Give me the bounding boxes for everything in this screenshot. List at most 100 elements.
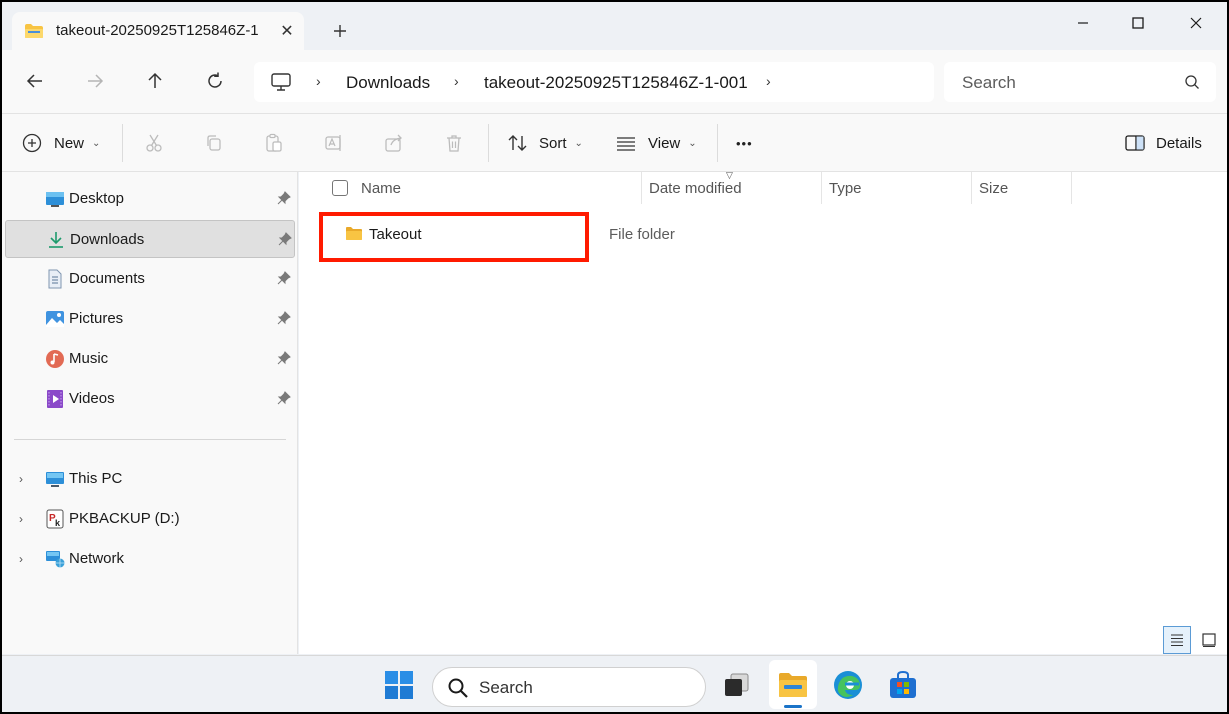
up-button[interactable] <box>140 66 170 96</box>
sidebar-item-documents[interactable]: Documents <box>5 260 295 298</box>
close-tab-icon[interactable]: ✕ <box>276 20 298 42</box>
share-button[interactable] <box>382 131 406 155</box>
sidebar-item-desktop[interactable]: Desktop <box>5 180 295 218</box>
tab-title: takeout-20250925T125846Z-1 <box>56 22 259 39</box>
paste-button[interactable] <box>262 131 286 155</box>
refresh-button[interactable] <box>200 66 230 96</box>
close-window-button[interactable] <box>1173 8 1219 38</box>
copy-button[interactable] <box>202 131 226 155</box>
chevron-down-icon: ⌄ <box>574 137 583 149</box>
maximize-button[interactable] <box>1115 8 1161 38</box>
arrow-left-icon <box>26 74 42 88</box>
view-label: View <box>648 134 681 152</box>
breadcrumb-downloads[interactable]: Downloads <box>346 73 430 93</box>
file-list: Name ▽ Date modified Type Size Takeout F… <box>299 170 1227 654</box>
arrow-up-icon <box>148 72 162 88</box>
pin-icon[interactable] <box>277 271 291 285</box>
column-separator[interactable] <box>641 172 642 204</box>
details-view-icon <box>1171 634 1183 647</box>
column-separator[interactable] <box>971 172 972 204</box>
edge-icon <box>834 671 862 699</box>
details-pane-icon <box>1125 135 1145 151</box>
delete-button[interactable] <box>442 131 466 155</box>
navigation-pane: Desktop Downloads Documents Pictures Mus… <box>2 172 298 654</box>
minimize-button[interactable] <box>1060 8 1106 38</box>
sort-button[interactable]: Sort ⌄ <box>507 126 583 160</box>
breadcrumb-separator[interactable]: › <box>316 73 321 89</box>
rename-icon <box>325 135 341 151</box>
view-button[interactable]: View ⌄ <box>615 126 697 160</box>
share-icon <box>385 134 402 152</box>
store-icon <box>890 670 916 698</box>
sidebar-item-this-pc[interactable]: › This PC <box>5 460 295 498</box>
sidebar-item-music[interactable]: Music <box>5 340 295 378</box>
chevron-right-icon[interactable]: › <box>19 512 23 526</box>
taskbar-search-label: Search <box>479 678 533 697</box>
sidebar-item-pkbackup-drive[interactable]: › Pk PKBACKUP (D:) <box>5 500 295 538</box>
trash-icon <box>447 135 461 152</box>
start-button[interactable] <box>382 668 416 702</box>
task-view-button[interactable] <box>720 668 754 702</box>
downloads-icon <box>49 232 63 248</box>
column-header-name[interactable]: Name <box>361 180 401 197</box>
breadcrumb-separator[interactable]: › <box>766 73 771 89</box>
drive-icon: Pk <box>46 509 64 529</box>
this-pc-outline-icon <box>271 73 291 91</box>
more-options-button[interactable]: ••• <box>736 126 753 160</box>
sidebar-item-downloads[interactable]: Downloads <box>5 220 295 258</box>
new-button[interactable]: New ⌄ <box>22 126 100 160</box>
search-placeholder[interactable]: Search <box>962 73 1016 93</box>
file-explorer-window: takeout-20250925T125846Z-1 ✕ › Downloads… <box>2 2 1227 712</box>
breadcrumb-separator[interactable]: › <box>454 73 459 89</box>
details-pane-button[interactable]: Details <box>1124 126 1202 160</box>
file-explorer-taskbar-button[interactable] <box>776 668 810 702</box>
column-header-row: Name ▽ Date modified Type Size <box>299 170 1227 206</box>
edge-taskbar-button[interactable] <box>831 668 865 702</box>
chevron-right-icon[interactable]: › <box>19 552 23 566</box>
cut-button[interactable] <box>142 131 166 155</box>
search-box[interactable]: Search <box>944 62 1216 102</box>
sidebar-item-videos[interactable]: Videos <box>5 380 295 418</box>
address-bar[interactable]: › Downloads › takeout-20250925T125846Z-1… <box>254 62 934 102</box>
back-button[interactable] <box>20 66 50 96</box>
plus-icon <box>334 25 346 37</box>
column-header-date-modified[interactable]: Date modified <box>649 180 742 197</box>
details-label: Details <box>1156 134 1202 152</box>
column-header-type[interactable]: Type <box>829 180 862 197</box>
sidebar-item-pictures[interactable]: Pictures <box>5 300 295 338</box>
start-icon <box>385 671 413 699</box>
rename-button[interactable] <box>322 131 346 155</box>
new-tab-button[interactable] <box>328 19 352 43</box>
column-header-size[interactable]: Size <box>979 180 1008 197</box>
select-all-checkbox[interactable] <box>332 180 348 196</box>
chevron-right-icon[interactable]: › <box>19 472 23 486</box>
column-separator[interactable] <box>821 172 822 204</box>
taskbar-search[interactable]: Search <box>432 667 706 707</box>
forward-button[interactable] <box>80 66 110 96</box>
chevron-down-icon: ⌄ <box>688 137 697 149</box>
sort-icon <box>508 135 527 151</box>
pin-icon[interactable] <box>277 391 291 405</box>
refresh-icon <box>208 72 222 88</box>
column-separator[interactable] <box>1071 172 1072 204</box>
copy-icon <box>207 135 221 151</box>
pin-icon[interactable] <box>278 232 292 246</box>
paste-icon <box>266 133 282 152</box>
details-view-button[interactable] <box>1163 626 1191 654</box>
tiles-view-icon <box>1202 633 1216 647</box>
pin-icon[interactable] <box>277 351 291 365</box>
chevron-down-icon: ⌄ <box>92 137 101 149</box>
large-icons-view-button[interactable] <box>1197 628 1221 652</box>
divider <box>717 124 718 162</box>
breadcrumb-current-folder[interactable]: takeout-20250925T125846Z-1-001 <box>484 73 748 93</box>
store-taskbar-button[interactable] <box>886 668 920 702</box>
cut-icon <box>146 134 162 152</box>
search-icon <box>1185 75 1199 89</box>
sidebar-item-label: Desktop <box>69 190 125 207</box>
pin-icon[interactable] <box>277 191 291 205</box>
sidebar-item-network[interactable]: › Network <box>5 540 295 578</box>
more-icon: ••• <box>736 135 753 151</box>
view-list-icon <box>617 137 635 151</box>
pin-icon[interactable] <box>277 311 291 325</box>
tab-active[interactable]: takeout-20250925T125846Z-1 ✕ <box>12 12 304 50</box>
